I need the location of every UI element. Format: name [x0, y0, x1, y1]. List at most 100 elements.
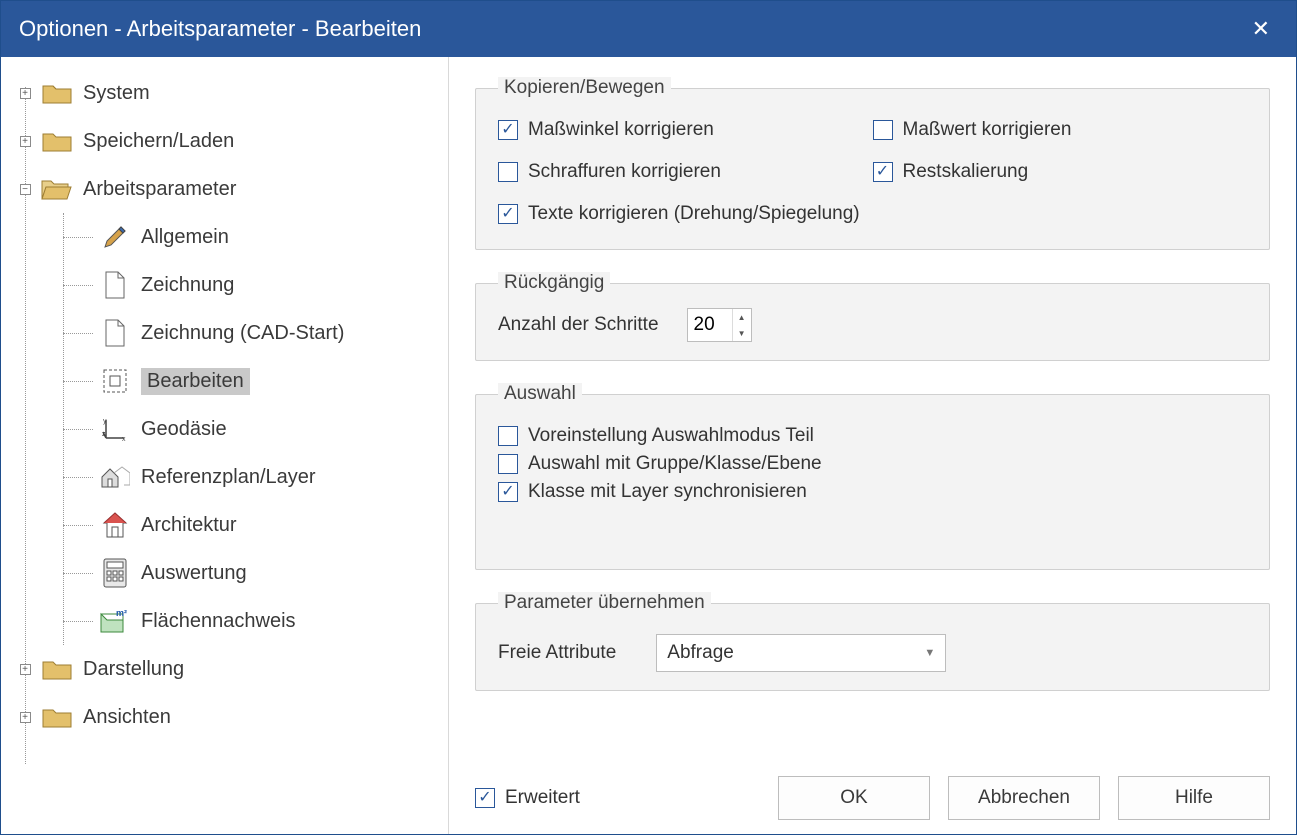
tree-item-architektur[interactable]: Architektur: [99, 501, 442, 549]
tree-label: Geodäsie: [141, 418, 227, 441]
folder-icon: [41, 655, 73, 683]
button-label: OK: [840, 787, 867, 809]
tree-label: Ansichten: [83, 706, 171, 729]
attr-label: Freie Attribute: [498, 642, 616, 664]
checkbox-label: Klasse mit Layer synchronisieren: [528, 481, 807, 503]
titlebar: Optionen - Arbeitsparameter - Bearbeiten…: [1, 1, 1296, 57]
expand-icon[interactable]: +: [15, 136, 35, 147]
group-legend: Parameter übernehmen: [498, 592, 711, 614]
svg-text:m²: m²: [116, 608, 127, 618]
checkbox-icon: [498, 426, 518, 446]
tree-item-zeichnung[interactable]: Zeichnung: [99, 261, 442, 309]
tree-label: Bearbeiten: [141, 368, 250, 395]
checkbox-icon: [498, 162, 518, 182]
nav-tree: + System + Speichern/Laden − Arbeitspara…: [1, 57, 449, 834]
svg-text:z: z: [102, 431, 106, 438]
svg-text:x: x: [122, 436, 126, 442]
checkbox-icon: [498, 204, 518, 224]
checkbox-icon: [873, 162, 893, 182]
tree-item-geodaesie[interactable]: x yz Geodäsie: [99, 405, 442, 453]
document-icon: [99, 271, 131, 299]
ok-button[interactable]: OK: [778, 776, 930, 820]
tree-label: Flächennachweis: [141, 610, 296, 633]
axes-icon: x yz: [99, 415, 131, 443]
tree-item-darstellung[interactable]: + Darstellung: [15, 645, 442, 693]
checkbox-icon: [498, 454, 518, 474]
tree-label: Allgemein: [141, 226, 229, 249]
group-copy-move: Kopieren/Bewegen Maßwinkel korrigieren M…: [475, 77, 1270, 250]
close-icon[interactable]: ✕: [1244, 18, 1278, 40]
checkbox-schraffuren[interactable]: Schraffuren korrigieren: [498, 161, 873, 183]
checkbox-label: Restskalierung: [903, 161, 1029, 183]
house-layer-icon: [99, 463, 131, 491]
group-undo: Rückgängig Anzahl der Schritte ▲ ▼: [475, 272, 1270, 361]
calculator-icon: [99, 559, 131, 587]
checkbox-erweitert[interactable]: Erweitert: [475, 787, 580, 809]
area-m2-icon: m²: [99, 607, 131, 635]
checkbox-label: Schraffuren korrigieren: [528, 161, 721, 183]
tree-item-auswertung[interactable]: Auswertung: [99, 549, 442, 597]
chevron-down-icon: ▼: [924, 647, 935, 659]
checkbox-label: Auswahl mit Gruppe/Klasse/Ebene: [528, 453, 822, 475]
expand-icon[interactable]: +: [15, 712, 35, 723]
attr-dropdown[interactable]: Abfrage ▼: [656, 634, 946, 672]
checkbox-masswinkel[interactable]: Maßwinkel korrigieren: [498, 119, 873, 141]
button-label: Abbrechen: [978, 787, 1070, 809]
folder-open-icon: [41, 175, 73, 203]
expand-icon[interactable]: +: [15, 664, 35, 675]
group-selection: Auswahl Voreinstellung Auswahlmodus Teil…: [475, 383, 1270, 570]
checkbox-label: Maßwinkel korrigieren: [528, 119, 714, 141]
edit-selection-icon: [99, 367, 131, 395]
folder-icon: [41, 79, 73, 107]
tree-item-flaechennachweis[interactable]: m² Flächennachweis: [99, 597, 442, 645]
folder-icon: [41, 127, 73, 155]
tree-item-bearbeiten[interactable]: Bearbeiten: [99, 357, 442, 405]
dropdown-value: Abfrage: [667, 642, 734, 664]
tree-label: Darstellung: [83, 658, 184, 681]
spinner-up-icon[interactable]: ▲: [733, 309, 751, 325]
steps-label: Anzahl der Schritte: [498, 314, 659, 336]
tree-label: Arbeitsparameter: [83, 178, 236, 201]
group-legend: Rückgängig: [498, 272, 610, 294]
group-adopt-params: Parameter übernehmen Freie Attribute Abf…: [475, 592, 1270, 691]
checkbox-icon: [498, 482, 518, 502]
tree-label: Auswertung: [141, 562, 247, 585]
checkbox-icon: [873, 120, 893, 140]
checkbox-icon: [475, 788, 495, 808]
checkbox-voreinstellung[interactable]: Voreinstellung Auswahlmodus Teil: [498, 425, 1247, 447]
tree-label: Referenzplan/Layer: [141, 466, 316, 489]
checkbox-restskalierung[interactable]: Restskalierung: [873, 161, 1248, 183]
group-legend: Auswahl: [498, 383, 582, 405]
document-icon: [99, 319, 131, 347]
expand-icon[interactable]: +: [15, 88, 35, 99]
collapse-icon[interactable]: −: [15, 184, 35, 195]
checkbox-masswert[interactable]: Maßwert korrigieren: [873, 119, 1248, 141]
checkbox-texte[interactable]: Texte korrigieren (Drehung/Spiegelung): [498, 203, 1247, 225]
tree-item-referenzplan[interactable]: Referenzplan/Layer: [99, 453, 442, 501]
checkbox-label: Voreinstellung Auswahlmodus Teil: [528, 425, 814, 447]
tree-item-save-load[interactable]: + Speichern/Laden: [15, 117, 442, 165]
cancel-button[interactable]: Abbrechen: [948, 776, 1100, 820]
tree-item-ansichten[interactable]: + Ansichten: [15, 693, 442, 741]
tree-item-work-params[interactable]: − Arbeitsparameter: [15, 165, 442, 213]
checkbox-klasse-layer[interactable]: Klasse mit Layer synchronisieren: [498, 481, 1247, 503]
checkbox-gruppe[interactable]: Auswahl mit Gruppe/Klasse/Ebene: [498, 453, 1247, 475]
tree-item-system[interactable]: + System: [15, 69, 442, 117]
group-legend: Kopieren/Bewegen: [498, 77, 671, 99]
tree-label: Architektur: [141, 514, 237, 537]
tree-label: Zeichnung (CAD-Start): [141, 322, 344, 345]
pencil-icon: [99, 223, 131, 251]
tree-label: System: [83, 82, 150, 105]
checkbox-icon: [498, 120, 518, 140]
svg-text:y: y: [103, 418, 107, 425]
folder-icon: [41, 703, 73, 731]
steps-input[interactable]: [688, 309, 732, 341]
help-button[interactable]: Hilfe: [1118, 776, 1270, 820]
house-icon: [99, 511, 131, 539]
tree-item-allgemein[interactable]: Allgemein: [99, 213, 442, 261]
tree-label: Zeichnung: [141, 274, 234, 297]
steps-spinner[interactable]: ▲ ▼: [687, 308, 752, 342]
tree-item-zeichnung-cad[interactable]: Zeichnung (CAD-Start): [99, 309, 442, 357]
checkbox-label: Texte korrigieren (Drehung/Spiegelung): [528, 203, 860, 225]
spinner-down-icon[interactable]: ▼: [733, 325, 751, 341]
